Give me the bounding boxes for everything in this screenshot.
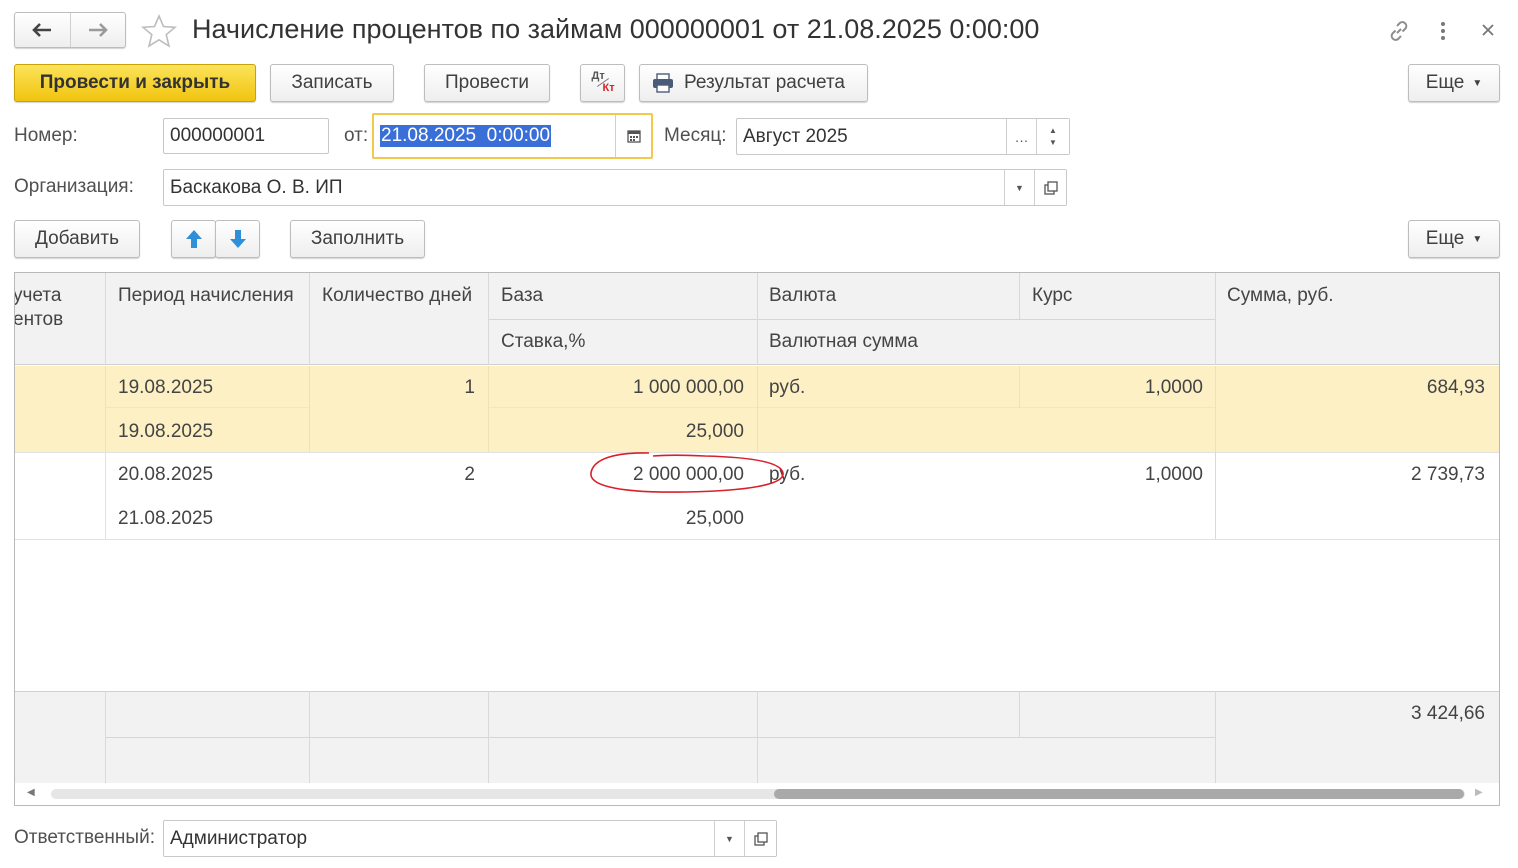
row1-base[interactable]: 1 000 000,00 [495, 377, 744, 399]
arrow-right-icon [88, 23, 108, 37]
date-selected-text: 21.08.2025 0:00:00 [380, 125, 552, 147]
organization-field[interactable]: Баскакова О. В. ИП ▼ [163, 169, 1067, 206]
post-button[interactable]: Провести [424, 64, 550, 102]
dropdown-arrow-icon: ▼ [1472, 233, 1483, 245]
vertical-dots-icon[interactable] [1435, 20, 1451, 42]
total-sum: 3 424,66 [1411, 703, 1485, 724]
scroll-thumb[interactable] [774, 789, 1464, 799]
header-sum[interactable]: Сумма, руб. [1227, 285, 1334, 307]
row2-rate[interactable]: 25,000 [495, 508, 744, 530]
open-window-icon [1043, 180, 1058, 195]
ellipsis-icon: … [1014, 128, 1029, 145]
add-row-button[interactable]: Добавить [14, 220, 140, 258]
page-title: Начисление процентов по займам 000000001… [192, 14, 1040, 44]
organization-label: Организация: [14, 176, 134, 197]
row2-period-start[interactable]: 20.08.2025 [118, 464, 213, 486]
header-period[interactable]: Период начисления [118, 285, 294, 307]
move-down-button[interactable] [215, 220, 260, 258]
row2-course[interactable]: 1,0000 [1025, 464, 1203, 486]
star-icon[interactable] [141, 14, 177, 48]
chevron-down-icon: ▼ [1015, 182, 1024, 193]
dropdown-arrow-icon: ▼ [1472, 77, 1483, 89]
number-label: Номер: [14, 125, 78, 146]
dt-kt-icon: Дт Кт [591, 70, 615, 94]
calendar-button[interactable] [615, 115, 651, 157]
header-currency-sum[interactable]: Валютная сумма [769, 331, 918, 353]
row1-period-start[interactable]: 19.08.2025 [118, 377, 213, 399]
row1-currency[interactable]: руб. [769, 377, 805, 399]
forward-button[interactable] [69, 13, 126, 47]
accruals-table: учета ентов Период начисления Количество… [14, 272, 1500, 806]
header-account-line2: ентов [14, 309, 64, 330]
row2-period-end[interactable]: 21.08.2025 [118, 508, 213, 530]
table-more-button[interactable]: Еще ▼ [1408, 220, 1500, 258]
scroll-right-icon[interactable]: ▶ [1475, 787, 1483, 798]
chevron-down-icon: ▼ [725, 833, 734, 844]
organization-open-button[interactable] [1034, 170, 1066, 205]
close-icon[interactable] [1480, 22, 1496, 38]
responsible-dropdown-button[interactable]: ▼ [714, 821, 744, 856]
arrow-left-icon [32, 23, 52, 37]
header-course[interactable]: Курс [1032, 285, 1072, 307]
save-button[interactable]: Записать [270, 64, 394, 102]
header-days[interactable]: Количество дней [322, 285, 472, 307]
navigation-buttons [14, 12, 126, 48]
row2-sum[interactable]: 2 739,73 [1221, 464, 1485, 486]
annotation-circle [590, 452, 784, 493]
spin-down-icon[interactable]: ▼ [1049, 137, 1057, 149]
more-button[interactable]: Еще ▼ [1408, 64, 1500, 102]
open-window-icon [753, 831, 768, 846]
header-currency[interactable]: Валюта [769, 285, 836, 307]
organization-dropdown-button[interactable]: ▼ [1004, 170, 1034, 205]
responsible-label: Ответственный: [14, 827, 155, 848]
row1-days[interactable]: 1 [315, 377, 475, 399]
horizontal-scrollbar[interactable]: ◀ ▶ [15, 783, 1499, 805]
scroll-left-icon[interactable]: ◀ [27, 787, 35, 798]
arrow-down-icon [229, 230, 246, 248]
dt-kt-button[interactable]: Дт Кт [580, 64, 625, 102]
date-field[interactable]: 21.08.2025 0:00:00 [372, 113, 653, 159]
calendar-icon [626, 130, 641, 143]
calc-result-button[interactable]: Результат расчета [639, 64, 868, 102]
month-spinner[interactable]: ▲ ▼ [1036, 119, 1069, 154]
row1-rate[interactable]: 25,000 [495, 421, 744, 443]
spin-up-icon[interactable]: ▲ [1049, 125, 1057, 137]
month-field[interactable]: Август 2025 … ▲ ▼ [736, 118, 1070, 155]
responsible-open-button[interactable] [744, 821, 776, 856]
responsible-field[interactable]: Администратор ▼ [163, 820, 777, 857]
printer-icon [653, 73, 673, 93]
link-icon[interactable] [1386, 18, 1412, 44]
header-rate[interactable]: Ставка,% [501, 331, 585, 353]
month-label: Месяц: [664, 125, 727, 146]
header-base[interactable]: База [501, 285, 543, 307]
fill-button[interactable]: Заполнить [290, 220, 425, 258]
post-and-close-button[interactable]: Провести и закрыть [14, 64, 256, 102]
arrow-up-icon [185, 230, 202, 248]
number-field[interactable]: 000000001 [163, 118, 329, 154]
row1-period-end[interactable]: 19.08.2025 [118, 421, 213, 443]
header-account-line1[interactable]: учета [15, 285, 61, 307]
date-label: от: [344, 125, 369, 146]
row2-days[interactable]: 2 [315, 464, 475, 486]
row1-sum[interactable]: 684,93 [1221, 377, 1485, 399]
month-select-button[interactable]: … [1006, 119, 1036, 154]
row1-course[interactable]: 1,0000 [1025, 377, 1203, 399]
back-button[interactable] [15, 13, 70, 47]
move-up-button[interactable] [171, 220, 216, 258]
